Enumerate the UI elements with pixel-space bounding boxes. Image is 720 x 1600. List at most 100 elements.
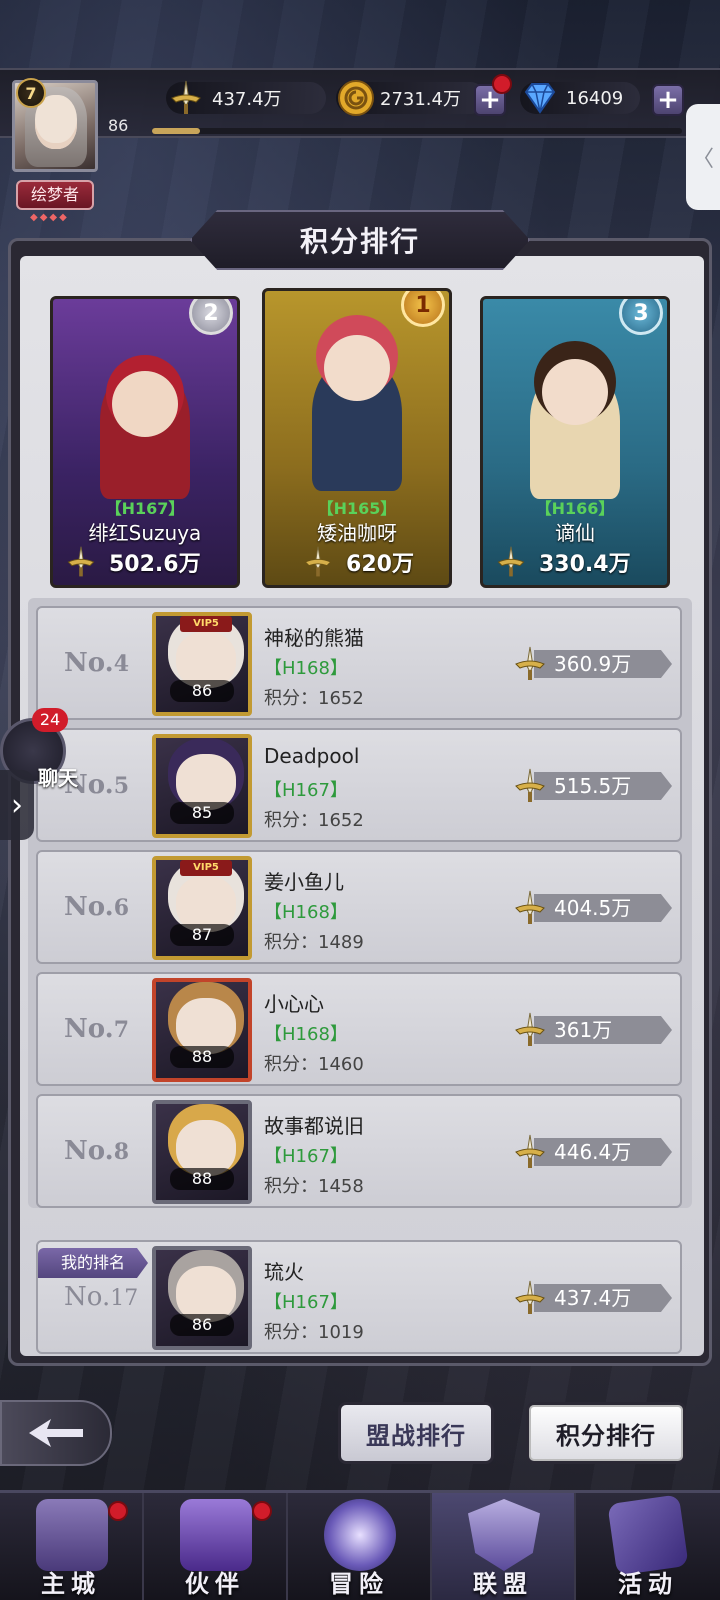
avatar-level: 88 <box>170 1168 234 1190</box>
avatar-level: 88 <box>170 1046 234 1068</box>
player-score: 积分：1652 <box>264 810 364 831</box>
tab-alliance-war-ranking[interactable]: 盟战排行 <box>338 1402 494 1464</box>
player-level-tag: 【H168】 <box>264 902 348 923</box>
card-power: 330.4万 <box>493 545 667 579</box>
nav-item-adventure[interactable]: 冒险 <box>288 1493 432 1600</box>
player-name: 故事都说旧 <box>264 1114 364 1138</box>
compass-icon <box>324 1499 396 1571</box>
top-rank-card-2[interactable]: 2 【H167】 绯红Suzuya 502.6万 <box>50 296 240 588</box>
nav-item-partners[interactable]: 伙伴 <box>144 1493 288 1600</box>
nav-notification-dot <box>252 1501 272 1521</box>
player-power: 360.9万 <box>510 644 672 682</box>
top-rank-card-3[interactable]: 3 【H166】 谪仙 330.4万 <box>480 296 670 588</box>
table-row[interactable]: No.8 88 故事都说旧 【H167】 积分：1458 446.4万 <box>36 1094 682 1208</box>
player-score: 积分：1458 <box>264 1176 364 1197</box>
player-avatar[interactable]: VIP5 87 <box>152 856 252 960</box>
player-level-tag: 【H167】 <box>264 1292 348 1313</box>
card-power: 620万 <box>265 545 449 579</box>
power-value: 437.4万 <box>534 1284 672 1312</box>
tab-points-ranking[interactable]: 积分排行 <box>526 1402 686 1464</box>
card-power-value: 502.6万 <box>109 552 201 577</box>
back-button[interactable] <box>0 1400 112 1466</box>
card-power-value: 620万 <box>346 552 414 577</box>
sword-power-icon <box>515 1134 545 1168</box>
table-row[interactable]: No.6 VIP5 87 姜小鱼儿 【H168】 积分：1489 404.5万 <box>36 850 682 964</box>
sword-power-icon <box>67 546 95 577</box>
player-avatar[interactable]: 88 <box>152 1100 252 1204</box>
back-arrow-icon <box>29 1419 83 1447</box>
chat-unread-badge: 24 <box>32 708 68 732</box>
add-diamond-button[interactable]: + <box>652 84 684 116</box>
diamond-resource: 16409 <box>520 80 640 116</box>
table-row[interactable]: No.5 85 Deadpool 【H167】 积分：1652 515.5万 <box>36 728 682 842</box>
castle-icon <box>36 1499 108 1571</box>
panel-title-banner: 积分排行 <box>190 210 530 270</box>
nav-item-main-city[interactable]: 主城 <box>0 1493 144 1600</box>
player-level-tag: 【H168】 <box>264 658 348 679</box>
vip-badge: VIP5 <box>180 616 232 632</box>
player-name: 神秘的熊猫 <box>264 626 364 650</box>
player-score: 积分：1019 <box>264 1322 364 1343</box>
player-name: 琉火 <box>264 1260 304 1284</box>
nav-item-events[interactable]: 活动 <box>576 1493 720 1600</box>
card-power: 502.6万 <box>63 545 237 579</box>
gold-coin-icon <box>336 78 376 118</box>
player-level-tag: 【H167】 <box>264 780 348 801</box>
player-score: 积分：1460 <box>264 1054 364 1075</box>
player-power: 515.5万 <box>510 766 672 804</box>
witch-hat-icon <box>180 1499 252 1571</box>
bottom-navigation: 主城 伙伴 冒险 联盟 活动 <box>0 1490 720 1600</box>
rank-number: No.7 <box>64 1014 130 1044</box>
player-avatar[interactable]: 86 <box>152 1246 252 1350</box>
chat-expand-arrow-icon[interactable]: › <box>0 770 34 840</box>
player-avatar[interactable]: 85 <box>152 734 252 838</box>
rank-number: No.8 <box>64 1136 130 1166</box>
player-avatar[interactable]: 88 <box>152 978 252 1082</box>
player-title-badge[interactable]: 绘梦者 <box>16 180 94 210</box>
sword-power-icon <box>497 546 525 577</box>
sword-power-icon <box>515 1280 545 1314</box>
player-name: 姜小鱼儿 <box>264 870 344 894</box>
table-row[interactable]: No.7 88 小心心 【H168】 积分：1460 361万 <box>36 972 682 1086</box>
player-level-tag: 【H167】 <box>264 1146 348 1167</box>
table-row[interactable]: No.4 VIP5 86 神秘的熊猫 【H168】 积分：1652 360.9万 <box>36 606 682 720</box>
player-power: 437.4万 <box>510 1278 672 1316</box>
card-power-value: 330.4万 <box>539 552 631 577</box>
power-value: 446.4万 <box>534 1138 672 1166</box>
player-score: 积分：1652 <box>264 688 364 709</box>
sword-power-icon <box>515 646 545 680</box>
power-value: 361万 <box>534 1016 672 1044</box>
player-name: Deadpool <box>264 744 360 768</box>
gold-notification-dot <box>492 74 512 94</box>
diamond-icon <box>520 78 560 118</box>
card-level-tag: 【H165】 <box>317 499 397 518</box>
rank-number: No.6 <box>64 892 130 922</box>
card-player-name: 矮油咖呀 <box>317 521 397 545</box>
player-score: 积分：1489 <box>264 932 364 953</box>
power-value: 360.9万 <box>534 650 672 678</box>
avatar-level: 87 <box>170 924 234 946</box>
chat-label: 聊天 <box>38 766 78 790</box>
top-rank-card-1[interactable]: 1 【H165】 矮油咖呀 620万 <box>262 288 452 588</box>
rank-number: No.4 <box>64 648 130 678</box>
power-value: 437.4万 <box>212 89 282 110</box>
card-level-tag: 【H166】 <box>535 499 615 518</box>
nav-item-alliance[interactable]: 联盟 <box>432 1493 576 1600</box>
sword-power-icon <box>515 890 545 924</box>
avatar-level: 86 <box>170 1314 234 1336</box>
power-value: 404.5万 <box>534 894 672 922</box>
card-level-tag: 【H167】 <box>105 499 185 518</box>
nav-notification-dot <box>108 1501 128 1521</box>
exp-progress-bar <box>152 128 682 134</box>
card-player-name: 谪仙 <box>555 521 595 545</box>
sword-power-icon <box>515 1012 545 1046</box>
player-power: 361万 <box>510 1010 672 1048</box>
gold-value: 2731.4万 <box>380 89 461 110</box>
my-rank-tag: 我的排名 <box>38 1248 148 1278</box>
shield-icon <box>468 1499 540 1571</box>
player-name: 小心心 <box>264 992 324 1016</box>
player-avatar[interactable]: VIP5 86 <box>152 612 252 716</box>
sword-power-icon <box>515 768 545 802</box>
vip-badge: VIP5 <box>180 860 232 876</box>
side-drawer-toggle[interactable]: 〈 <box>686 104 720 210</box>
